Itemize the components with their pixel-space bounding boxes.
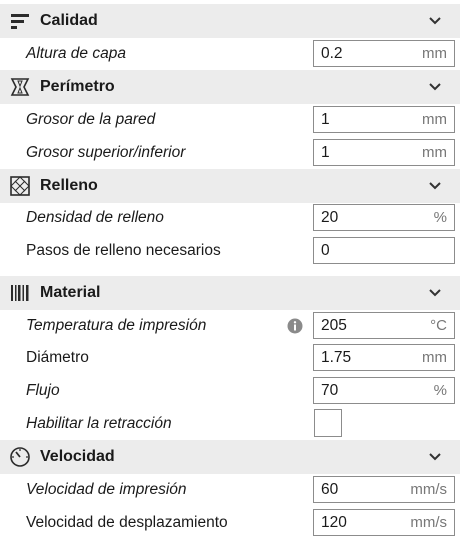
chevron-down-icon[interactable]: [428, 287, 442, 299]
setting-row-infill-steps: Pasos de relleno necesarios 0: [0, 234, 460, 267]
quality-icon: [11, 14, 29, 29]
section-title-material: Material: [40, 284, 101, 301]
print-temperature-input[interactable]: 205 °C: [313, 312, 455, 339]
enable-retraction-checkbox[interactable]: [314, 409, 342, 437]
setting-row-flow: Flujo 70 %: [0, 374, 460, 407]
setting-label: Altura de capa: [26, 45, 126, 62]
diameter-input[interactable]: 1.75 mm: [313, 344, 455, 371]
field-value: 205: [321, 317, 347, 334]
setting-row-infill-density: Densidad de relleno 20 %: [0, 201, 460, 234]
top-bottom-thickness-input[interactable]: 1 mm: [313, 139, 455, 166]
flow-input[interactable]: 70 %: [313, 377, 455, 404]
wall-thickness-input[interactable]: 1 mm: [313, 106, 455, 133]
print-settings-panel: Calidad Altura de capa 0.2 mm Perímetro …: [0, 0, 460, 539]
setting-label: Velocidad de desplazamiento: [26, 514, 228, 531]
field-unit: mm: [422, 349, 447, 366]
chevron-down-icon[interactable]: [428, 180, 442, 192]
field-value: 60: [321, 481, 339, 498]
setting-label: Temperatura de impresión: [26, 317, 207, 334]
infill-steps-input[interactable]: 0: [313, 237, 455, 264]
infill-density-input[interactable]: 20 %: [313, 204, 455, 231]
setting-label: Flujo: [26, 382, 60, 399]
field-value: 20: [321, 209, 339, 226]
setting-label: Grosor de la pared: [26, 111, 156, 128]
section-header-perimetro[interactable]: Perímetro: [0, 70, 460, 104]
setting-label: Grosor superior/inferior: [26, 144, 186, 161]
setting-row-enable-retraction: Habilitar la retracción: [0, 407, 460, 440]
print-speed-input[interactable]: 60 mm/s: [313, 476, 455, 503]
setting-label: Pasos de relleno necesarios: [26, 242, 221, 259]
section-title-velocidad: Velocidad: [40, 448, 115, 465]
field-unit: °C: [430, 317, 447, 334]
chevron-down-icon[interactable]: [428, 81, 442, 93]
setting-label: Habilitar la retracción: [26, 415, 172, 432]
setting-row-print-temperature: Temperatura de impresión 205 °C: [0, 309, 460, 342]
field-unit: mm: [422, 144, 447, 161]
field-value: 1.75: [321, 349, 352, 366]
section-title-calidad: Calidad: [40, 12, 98, 29]
section-header-material[interactable]: Material: [0, 276, 460, 310]
section-title-perimetro: Perímetro: [40, 78, 115, 95]
material-icon: [11, 285, 29, 301]
setting-row-print-speed: Velocidad de impresión 60 mm/s: [0, 473, 460, 506]
layer-height-input[interactable]: 0.2 mm: [313, 40, 455, 67]
chevron-down-icon[interactable]: [428, 15, 442, 27]
info-icon[interactable]: [287, 318, 303, 334]
infill-icon: [10, 176, 30, 196]
section-header-velocidad[interactable]: Velocidad: [0, 440, 460, 474]
setting-row-travel-speed: Velocidad de desplazamiento 120 mm/s: [0, 506, 460, 539]
setting-row-top-bottom-thickness: Grosor superior/inferior 1 mm: [0, 136, 460, 169]
field-value: 70: [321, 382, 339, 399]
setting-label: Densidad de relleno: [26, 209, 164, 226]
section-title-relleno: Relleno: [40, 177, 98, 194]
section-header-relleno[interactable]: Relleno: [0, 169, 460, 203]
chevron-down-icon[interactable]: [428, 451, 442, 463]
field-unit: %: [433, 382, 447, 399]
setting-row-layer-height: Altura de capa 0.2 mm: [0, 37, 460, 70]
field-value: 1: [321, 111, 330, 128]
travel-speed-input[interactable]: 120 mm/s: [313, 509, 455, 536]
shell-icon: [10, 78, 30, 96]
field-unit: mm/s: [410, 481, 447, 498]
field-unit: mm: [422, 45, 447, 62]
setting-label: Diámetro: [26, 349, 89, 366]
speed-icon: [10, 447, 30, 467]
field-value: 0: [321, 242, 330, 259]
setting-label: Velocidad de impresión: [26, 481, 187, 498]
field-value: 0.2: [321, 45, 343, 62]
section-header-calidad[interactable]: Calidad: [0, 4, 460, 38]
field-unit: mm/s: [410, 514, 447, 531]
field-unit: mm: [422, 111, 447, 128]
field-unit: %: [433, 209, 447, 226]
field-value: 120: [321, 514, 347, 531]
setting-row-wall-thickness: Grosor de la pared 1 mm: [0, 103, 460, 136]
field-value: 1: [321, 144, 330, 161]
setting-row-diameter: Diámetro 1.75 mm: [0, 341, 460, 374]
